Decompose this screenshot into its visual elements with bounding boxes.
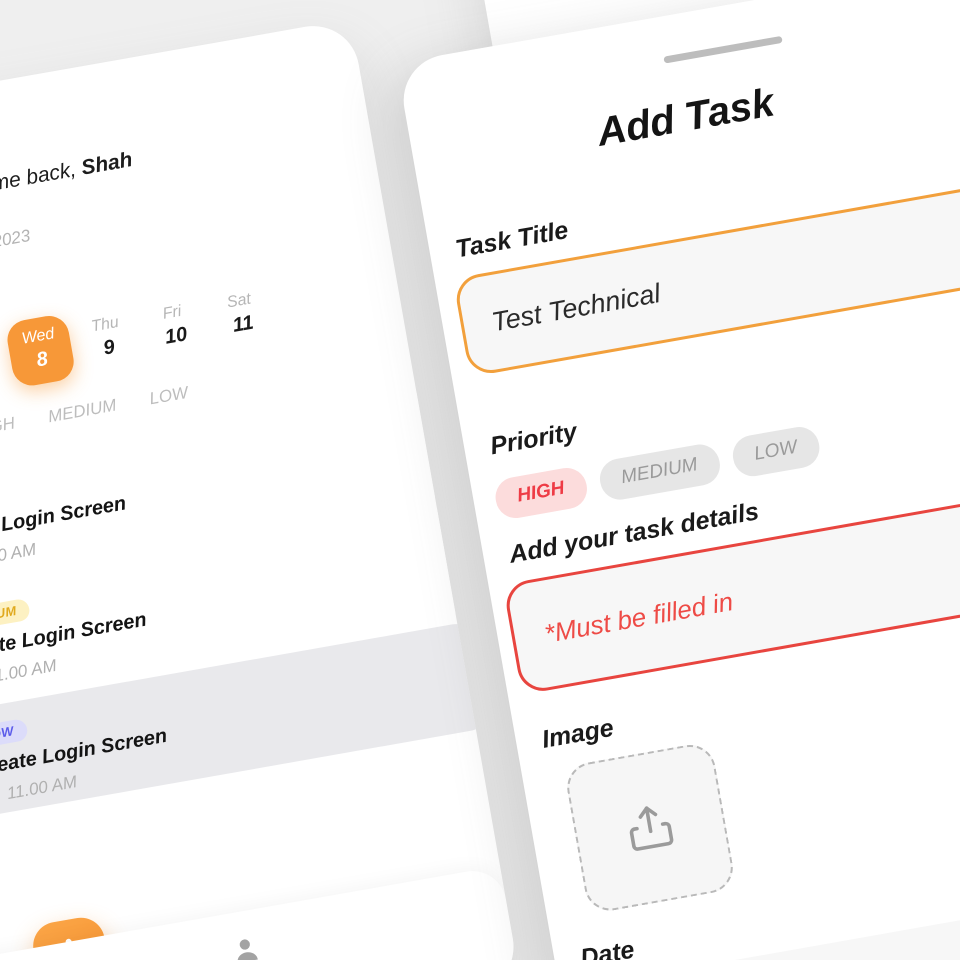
filter-low[interactable]: LOW — [148, 383, 190, 409]
task-title-label: Task Title — [453, 216, 571, 264]
nav-item-profile[interactable]: Profile — [189, 926, 307, 960]
filter-high[interactable]: HIGH — [0, 413, 17, 440]
upload-icon — [629, 806, 674, 851]
week-day-sat[interactable]: Sat 11 — [205, 277, 277, 352]
week-day-thu[interactable]: Thu 9 — [71, 301, 143, 376]
sheet-drag-handle[interactable] — [663, 35, 783, 64]
week-day-wed[interactable]: Wed 8 — [4, 312, 77, 389]
priority-option-medium[interactable]: MEDIUM — [596, 441, 723, 503]
image-label: Image — [539, 713, 616, 754]
task-list: HIGHCreate Login Screen11.00 AMMEDIUMCre… — [0, 387, 497, 844]
sheet-title: Add Task — [593, 80, 778, 155]
priority-option-high[interactable]: HIGH — [492, 464, 590, 522]
person-icon — [237, 939, 258, 960]
task-priority-badge: MEDIUM — [0, 597, 32, 634]
task-title-value: Test Technical — [489, 277, 663, 337]
filter-medium[interactable]: MEDIUM — [47, 396, 118, 428]
task-time: 11.00 AM — [0, 655, 58, 687]
week-day-number: 7 — [0, 354, 8, 389]
task-time: 11.00 AM — [0, 539, 38, 571]
welcome-message: Welcome back, Shah — [0, 148, 134, 206]
welcome-prefix: Welcome back, — [0, 158, 78, 206]
bottom-nav: Profile — [0, 865, 521, 960]
priority-label: Priority — [488, 417, 580, 461]
screenshot-stage: 24 November 2023 Today Welcome back, Sha… — [0, 0, 960, 960]
image-upload-dropzone[interactable] — [563, 740, 737, 915]
task-time: 11.00 AM — [5, 772, 79, 804]
home-header: Welcome back, Shah — [0, 137, 136, 228]
priority-option-low[interactable]: LOW — [729, 423, 823, 480]
task-details-error: *Must be filled in — [542, 585, 736, 649]
task-priority-badge: LOW — [0, 718, 29, 750]
week-day-fri[interactable]: Fri 10 — [138, 289, 210, 364]
task-title-input[interactable]: Test Technical — [452, 158, 960, 378]
home-date: 24 November 2023 — [0, 225, 32, 270]
user-name: Shah — [79, 148, 135, 180]
date-label: Date — [578, 935, 637, 960]
